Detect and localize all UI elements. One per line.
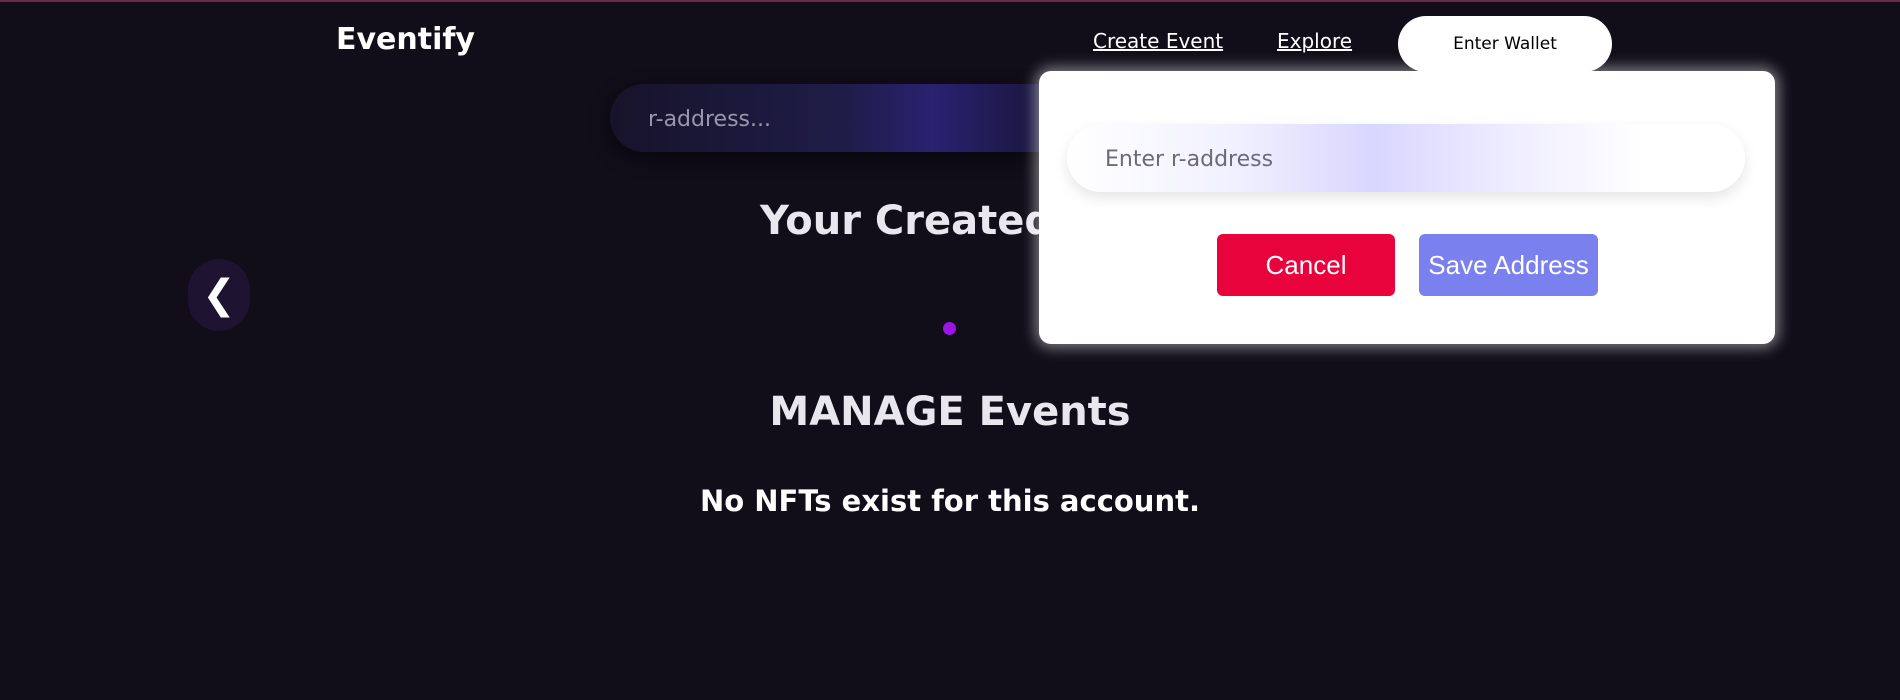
carousel-prev-button[interactable]: ❮ [188,259,250,331]
address-input[interactable] [1103,124,1727,194]
address-input-wrapper [1067,124,1745,194]
chevron-left-icon: ❮ [202,272,236,318]
save-address-button[interactable]: Save Address [1419,234,1598,296]
brand-logo[interactable]: Eventify [336,22,475,57]
carousel-indicator-dot[interactable] [943,322,956,335]
cancel-button[interactable]: Cancel [1217,234,1395,296]
page: Eventify Create Event Explore Enter Wall… [0,0,1900,700]
top-border-line [0,0,1900,2]
search-input[interactable] [646,84,1090,154]
manage-events-title: MANAGE Events [769,389,1131,435]
wallet-address-modal: Cancel Save Address [1039,71,1775,344]
nav-create-event-link[interactable]: Create Event [1093,29,1223,53]
nav-explore-link[interactable]: Explore [1277,29,1352,53]
enter-wallet-button[interactable]: Enter Wallet [1398,16,1612,72]
empty-state-message: No NFTs exist for this account. [700,484,1200,518]
